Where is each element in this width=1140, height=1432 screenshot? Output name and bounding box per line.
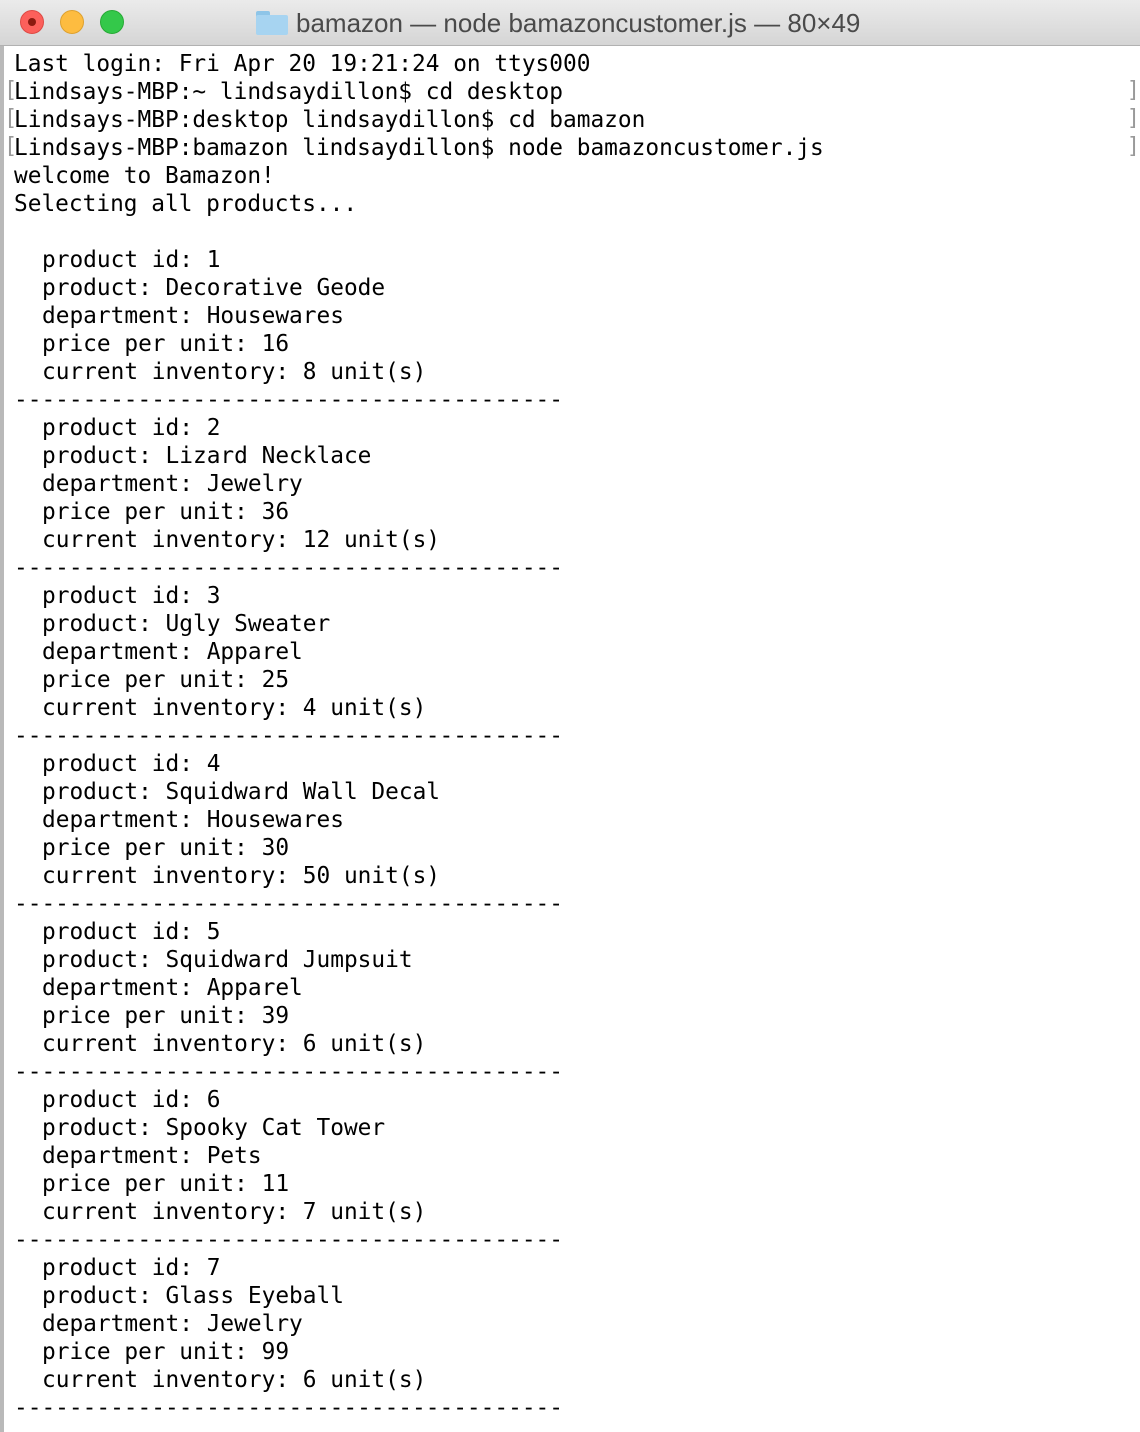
product-price: price per unit: 36 (42, 499, 290, 525)
command-line: Lindsays-MBP:bamazon lindsaydillon$ node… (14, 135, 824, 161)
product-department: department: Jewelry (42, 471, 303, 497)
product-id: product id: 6 (42, 1087, 221, 1113)
product-block: product id: 1 product: Decorative Geode … (14, 246, 1140, 414)
product-department: department: Apparel (42, 639, 303, 665)
separator-line: ---------------------------------------- (14, 1059, 563, 1085)
product-department: department: Jewelry (42, 1311, 303, 1337)
terminal-window: bamazon — node bamazoncustomer.js — 80×4… (0, 0, 1140, 1432)
product-price: price per unit: 11 (42, 1171, 290, 1197)
command-line: Lindsays-MBP:desktop lindsaydillon$ cd b… (14, 107, 646, 133)
product-department: department: Pets (42, 1143, 262, 1169)
separator-line: ---------------------------------------- (14, 1395, 563, 1421)
product-department: department: Housewares (42, 807, 344, 833)
separator-line: ---------------------------------------- (14, 891, 563, 917)
separator-line: ---------------------------------------- (14, 723, 563, 749)
folder-icon (256, 11, 288, 35)
last-login-line: Last login: Fri Apr 20 19:21:24 on ttys0… (14, 51, 591, 77)
product-department: department: Apparel (42, 975, 303, 1001)
product-inventory: current inventory: 12 unit(s) (42, 527, 441, 553)
product-inventory: current inventory: 4 unit(s) (42, 695, 427, 721)
product-name: product: Squidward Jumpsuit (42, 947, 413, 973)
product-inventory: current inventory: 7 unit(s) (42, 1199, 427, 1225)
title-bar[interactable]: bamazon — node bamazoncustomer.js — 80×4… (0, 0, 1140, 46)
product-inventory: current inventory: 50 unit(s) (42, 863, 441, 889)
product-price: price per unit: 30 (42, 835, 290, 861)
command-line: Lindsays-MBP:~ lindsaydillon$ cd desktop (14, 79, 563, 105)
product-id: product id: 2 (42, 415, 221, 441)
close-button[interactable] (20, 10, 44, 34)
product-department: department: Housewares (42, 303, 344, 329)
product-name: product: Lizard Necklace (42, 443, 372, 469)
separator-line: ---------------------------------------- (14, 555, 563, 581)
selecting-line: Selecting all products... (14, 191, 358, 217)
product-price: price per unit: 25 (42, 667, 290, 693)
zoom-button[interactable] (100, 10, 124, 34)
product-block: product id: 3 product: Ugly Sweater depa… (14, 582, 1140, 750)
product-name: product: Ugly Sweater (42, 611, 331, 637)
separator-line: ---------------------------------------- (14, 387, 563, 413)
product-name: product: Glass Eyeball (42, 1283, 344, 1309)
minimize-button[interactable] (60, 10, 84, 34)
close-icon (28, 18, 36, 26)
window-left-edge (0, 0, 4, 1432)
product-name: product: Decorative Geode (42, 275, 386, 301)
product-id: product id: 1 (42, 247, 221, 273)
product-id: product id: 7 (42, 1255, 221, 1281)
terminal-output[interactable]: Last login: Fri Apr 20 19:21:24 on ttys0… (14, 50, 1140, 1422)
product-price: price per unit: 39 (42, 1003, 290, 1029)
product-inventory: current inventory: 8 unit(s) (42, 359, 427, 385)
product-block: product id: 6 product: Spooky Cat Tower … (14, 1086, 1140, 1254)
product-block: product id: 4 product: Squidward Wall De… (14, 750, 1140, 918)
product-id: product id: 3 (42, 583, 221, 609)
product-price: price per unit: 99 (42, 1339, 290, 1365)
separator-line: ---------------------------------------- (14, 1227, 563, 1253)
product-price: price per unit: 16 (42, 331, 290, 357)
product-inventory: current inventory: 6 unit(s) (42, 1031, 427, 1057)
product-id: product id: 4 (42, 751, 221, 777)
window-title-group: bamazon — node bamazoncustomer.js — 80×4… (256, 6, 860, 40)
window-title: bamazon — node bamazoncustomer.js — 80×4… (296, 7, 861, 38)
product-block: product id: 5 product: Squidward Jumpsui… (14, 918, 1140, 1086)
product-block: product id: 7 product: Glass Eyeball dep… (14, 1254, 1140, 1422)
product-inventory: current inventory: 6 unit(s) (42, 1367, 427, 1393)
product-name: product: Spooky Cat Tower (42, 1115, 386, 1141)
product-id: product id: 5 (42, 919, 221, 945)
product-block: product id: 2 product: Lizard Necklace d… (14, 414, 1140, 582)
product-name: product: Squidward Wall Decal (42, 779, 441, 805)
welcome-line: welcome to Bamazon! (14, 163, 275, 189)
